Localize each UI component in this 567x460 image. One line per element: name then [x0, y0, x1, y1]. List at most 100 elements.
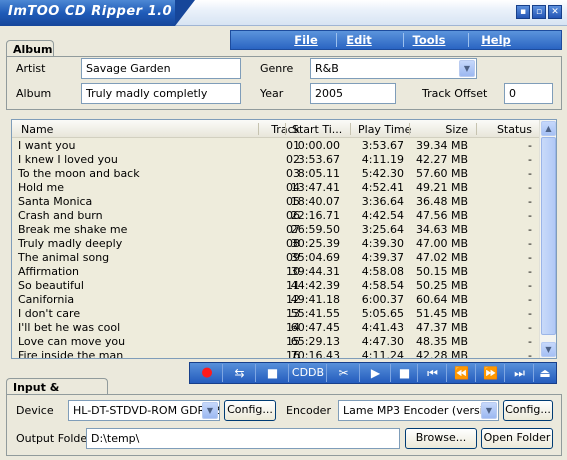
column-divider	[285, 123, 286, 135]
track-status: -	[528, 237, 532, 250]
artist-field[interactable]: Savage Garden	[81, 58, 241, 79]
open-folder-button[interactable]: Open Folder	[481, 428, 553, 449]
stop-playback-icon[interactable]: ■	[392, 364, 418, 382]
table-row[interactable]: Canifornia 12 49:41.18 6:00.37 60.64 MB -	[12, 293, 540, 307]
genre-select[interactable]: R&B ▼	[310, 58, 477, 79]
last-track-icon[interactable]: ⏭	[506, 364, 534, 382]
column-start-time[interactable]: Start Ti...	[292, 123, 342, 136]
chevron-down-icon[interactable]: ▼	[481, 402, 497, 419]
track-list-header: Name Track Start Ti... Play Time Size St…	[12, 120, 540, 138]
table-row[interactable]: Affirmation 10 39:44.31 4:58.08 50.15 MB -	[12, 265, 540, 279]
menu-help[interactable]: Help	[466, 33, 526, 47]
device-label: Device	[16, 404, 54, 417]
column-name[interactable]: Name	[21, 123, 53, 136]
first-track-icon[interactable]: ⏮	[419, 364, 447, 382]
track-play-time: 4:11.19	[361, 153, 404, 166]
eject-icon[interactable]: ⏏	[535, 364, 555, 382]
track-status: -	[528, 307, 532, 320]
column-divider	[350, 123, 351, 135]
year-label: Year	[260, 87, 284, 100]
cddb-button[interactable]: CDDB	[290, 364, 327, 382]
device-select[interactable]: HL-DT-STDVD-ROM GDRH2 ▼	[68, 400, 220, 421]
track-list[interactable]: Name Track Start Ti... Play Time Size St…	[11, 119, 557, 359]
track-size: 34.63 MB	[415, 223, 468, 236]
device-config-button[interactable]: Config...	[224, 400, 276, 421]
track-size: 36.48 MB	[415, 195, 468, 208]
table-row[interactable]: Love can move you 15 65:29.13 4:47.30 48.35 …	[12, 335, 540, 349]
track-size: 47.00 MB	[415, 237, 468, 250]
window-title: ImTOO CD Ripper 1.0	[8, 4, 173, 19]
track-start-time: 65:29.13	[290, 335, 340, 348]
table-row[interactable]: Truly madly deeply 08 30:25.39 4:39.30 47.00…	[12, 237, 540, 251]
track-status: -	[528, 293, 532, 306]
track-play-time: 3:53.67	[361, 139, 404, 152]
convert-icon[interactable]: ⇆	[224, 364, 256, 382]
year-field[interactable]: 2005	[310, 83, 396, 104]
restore-button[interactable]: ▫	[532, 5, 546, 19]
device-value: HL-DT-STDVD-ROM GDRH2	[73, 404, 220, 417]
track-status: -	[528, 181, 532, 194]
track-start-time: 0:00.00	[297, 139, 340, 152]
vertical-scrollbar[interactable]: ▲ ▼	[539, 120, 556, 358]
track-play-time: 3:36.64	[361, 195, 404, 208]
column-play-time[interactable]: Play Time	[358, 123, 411, 136]
track-size: 39.34 MB	[415, 139, 468, 152]
track-status: -	[528, 167, 532, 180]
encoder-select[interactable]: Lame MP3 Encoder (version 1 ▼	[338, 400, 499, 421]
encoder-config-button[interactable]: Config...	[503, 400, 553, 421]
table-row[interactable]: I want you 01 0:00.00 3:53.67 39.34 MB -	[12, 139, 540, 153]
menu-edit[interactable]: Edit	[329, 33, 389, 47]
table-row[interactable]: So beautiful 11 44:42.39 4:58.54 50.25 MB -	[12, 279, 540, 293]
close-button[interactable]: ✕	[548, 5, 562, 19]
scroll-down-icon[interactable]: ▼	[541, 342, 556, 357]
menu-tools[interactable]: Tools	[399, 33, 459, 47]
scroll-thumb[interactable]	[541, 137, 556, 335]
track-name: I'll bet he was cool	[18, 321, 121, 334]
table-row[interactable]: I knew I loved you 02 3:53.67 4:11.19 42.27 …	[12, 153, 540, 167]
table-row[interactable]: I'll bet he was cool 14 60:47.45 4:41.43 47.…	[12, 321, 540, 335]
track-start-time: 18:40.07	[290, 195, 340, 208]
scroll-up-icon[interactable]: ▲	[541, 121, 556, 136]
table-row[interactable]: The animal song 09 35:04.69 4:39.37 47.02 MB…	[12, 251, 540, 265]
browse-button[interactable]: Browse...	[405, 428, 477, 449]
record-icon[interactable]: ●	[192, 364, 223, 382]
track-size: 42.27 MB	[415, 153, 468, 166]
track-play-time: 4:47.30	[361, 335, 404, 348]
track-status: -	[528, 251, 532, 264]
track-start-time: 30:25.39	[290, 237, 340, 250]
chevron-down-icon[interactable]: ▼	[202, 402, 218, 419]
album-field[interactable]: Truly madly completly	[81, 83, 241, 104]
track-start-time: 44:42.39	[290, 279, 340, 292]
fast-forward-icon[interactable]: ⏩	[477, 364, 505, 382]
track-start-time: 35:04.69	[290, 251, 340, 264]
track-offset-label: Track Offset	[422, 87, 488, 100]
table-row[interactable]: To the moon and back 03 8:05.11 5:42.30 57.6…	[12, 167, 540, 181]
title-bar-badge: ImTOO CD Ripper 1.0	[0, 0, 195, 26]
artist-label: Artist	[16, 62, 46, 75]
track-name: Break me shake me	[18, 223, 128, 236]
table-row[interactable]: Break me shake me 07 26:59.50 3:25.64 34.63 …	[12, 223, 540, 237]
rewind-icon[interactable]: ⏪	[448, 364, 476, 382]
table-row[interactable]: Fire inside the man 16 70:16.43 4:11.24 42.2…	[12, 349, 540, 359]
track-name: Love can move you	[18, 335, 126, 348]
tab-album[interactable]: Album	[6, 40, 54, 57]
column-status[interactable]: Status	[490, 123, 532, 136]
chevron-down-icon[interactable]: ▼	[459, 60, 475, 77]
play-icon[interactable]: ▶	[361, 364, 391, 382]
column-size[interactable]: Size	[412, 123, 468, 136]
album-label: Album	[16, 87, 52, 100]
track-status: -	[528, 139, 532, 152]
track-play-time: 4:11.24	[361, 349, 404, 359]
output-folder-field[interactable]: D:\temp\	[86, 428, 400, 449]
settings-icon[interactable]: ✂	[328, 364, 360, 382]
table-row[interactable]: Hold me 04 13:47.41 4:52.41 49.21 MB -	[12, 181, 540, 195]
table-row[interactable]: Santa Monica 05 18:40.07 3:36.64 36.48 MB -	[12, 195, 540, 209]
table-row[interactable]: I don't care 13 55:41.55 5:05.65 51.45 MB -	[12, 307, 540, 321]
track-offset-field[interactable]: 0	[504, 83, 553, 104]
minimize-button[interactable]: ▪	[516, 5, 530, 19]
table-row[interactable]: Crash and burn 06 22:16.71 4:42.54 47.56 MB -	[12, 209, 540, 223]
stop-icon[interactable]: ■	[257, 364, 289, 382]
track-status: -	[528, 153, 532, 166]
menu-file[interactable]: File	[276, 33, 336, 47]
tab-input-output[interactable]: Input & Output	[6, 378, 108, 407]
